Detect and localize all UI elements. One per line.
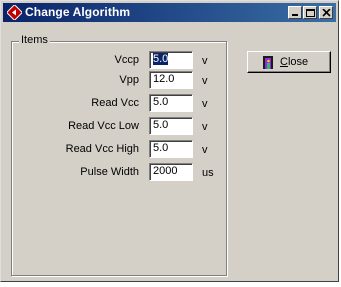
value-text: 2000	[153, 165, 178, 177]
title-bar[interactable]: Change Algorithm	[3, 3, 336, 22]
field-label: Vpp	[119, 74, 139, 86]
unit-label: v	[202, 121, 208, 133]
dialog-window: Change Algorithm Items Close Vccp 5.0 v Vpp…	[0, 0, 339, 282]
value-input[interactable]: 2000	[149, 163, 193, 181]
unit-label: v	[202, 144, 208, 156]
close-button-label: Close	[280, 56, 309, 68]
value-input[interactable]: 5.0	[149, 51, 193, 69]
window-title: Change Algorithm	[25, 5, 131, 19]
maximize-button[interactable]	[303, 6, 317, 19]
app-icon	[7, 5, 22, 20]
field-label: Pulse Width	[80, 166, 139, 178]
value-text: 5.0	[153, 96, 169, 108]
value-text: 5.0	[153, 119, 169, 131]
close-window-button[interactable]	[319, 6, 333, 19]
unit-label: v	[202, 75, 208, 87]
value-input[interactable]: 5.0	[149, 117, 193, 135]
items-group-label: Items	[19, 34, 50, 47]
field-label: Read Vcc	[91, 97, 139, 109]
minimize-icon	[292, 14, 298, 16]
close-icon	[322, 9, 331, 17]
unit-label: v	[202, 98, 208, 110]
field-label: Read Vcc Low	[68, 120, 139, 132]
field-label: Read Vcc High	[65, 143, 139, 155]
value-input[interactable]: 5.0	[149, 94, 193, 112]
exit-door-icon	[263, 56, 273, 69]
value-text: 5.0	[153, 53, 169, 65]
value-text: 12.0	[153, 73, 175, 85]
field-label: Vccp	[114, 54, 139, 66]
value-input[interactable]: 5.0	[149, 140, 193, 158]
unit-label: us	[202, 167, 214, 179]
maximize-icon	[306, 9, 315, 17]
minimize-button[interactable]	[288, 6, 302, 19]
value-text: 5.0	[153, 142, 169, 154]
close-button[interactable]: Close	[247, 51, 331, 73]
unit-label: v	[202, 55, 208, 67]
value-input[interactable]: 12.0	[149, 71, 193, 89]
